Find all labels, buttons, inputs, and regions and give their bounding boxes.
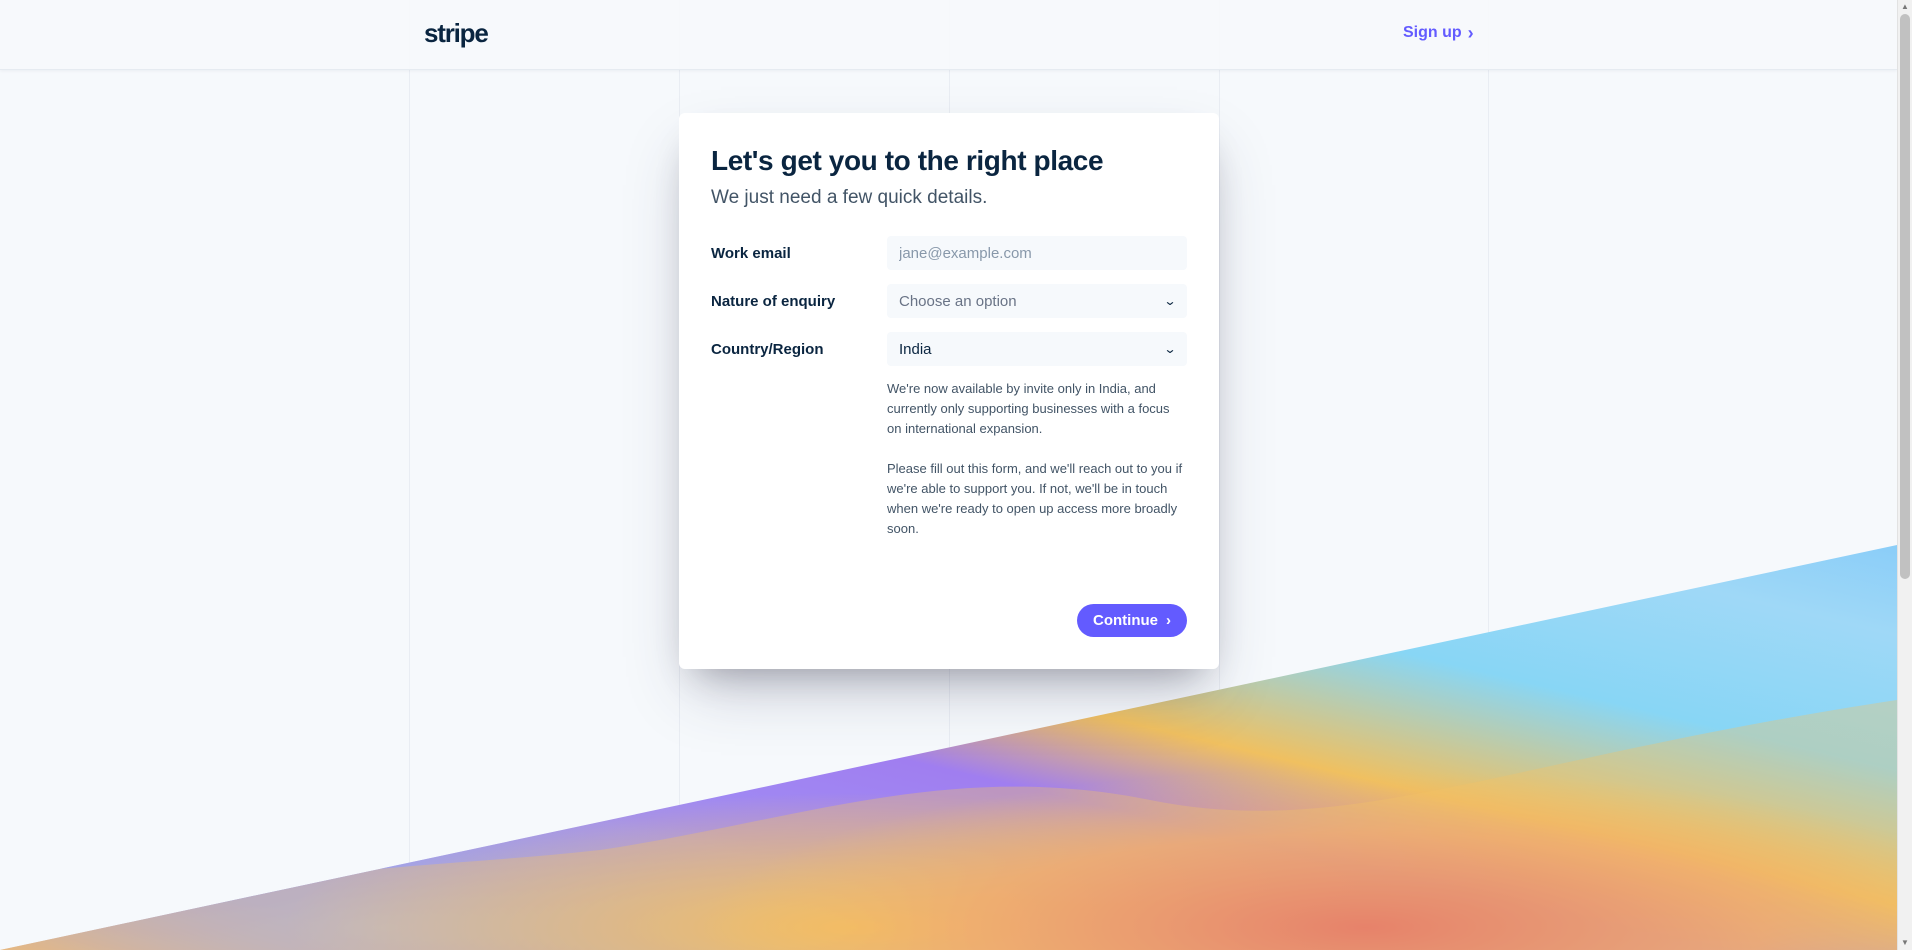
page-title: Let's get you to the right place [711, 145, 1104, 176]
nature-of-enquiry-select[interactable]: Choose an option ⌄ [887, 284, 1187, 318]
chevron-down-icon: ⌄ [1163, 294, 1177, 308]
country-selected-value: India [899, 340, 932, 358]
continue-button[interactable]: Continue › [1077, 604, 1187, 637]
chevron-right-icon: › [1166, 612, 1171, 629]
availability-notice: We're now available by invite only in In… [887, 379, 1187, 539]
country-region-select[interactable]: India ⌄ [887, 332, 1187, 366]
guide-line [1488, 0, 1489, 950]
email-row: Work email [711, 235, 1187, 271]
page: stripe Sign up › Let's get you to the ri… [0, 0, 1912, 950]
continue-label: Continue [1093, 612, 1158, 629]
scroll-down-arrow-icon[interactable]: ▼ [1898, 936, 1912, 950]
notice-paragraph: Please fill out this form, and we'll rea… [887, 461, 1183, 536]
sign-up-label: Sign up [1403, 24, 1462, 41]
vertical-scrollbar[interactable]: ▲ ▼ [1897, 0, 1912, 950]
enquiry-label: Nature of enquiry [711, 292, 836, 310]
guide-line [1219, 0, 1220, 950]
stripe-logo[interactable]: stripe [424, 18, 489, 49]
enquiry-row: Nature of enquiry Choose an option ⌄ [711, 283, 1187, 319]
country-label: Country/Region [711, 340, 824, 358]
top-navigation: stripe Sign up › [0, 0, 1897, 70]
work-email-input[interactable] [887, 236, 1187, 270]
scrollbar-thumb[interactable] [1900, 14, 1910, 579]
chevron-down-icon: ⌄ [1163, 342, 1177, 356]
scroll-up-arrow-icon[interactable]: ▲ [1898, 0, 1912, 14]
notice-paragraph: We're now available by invite only in In… [887, 381, 1170, 436]
sign-up-link[interactable]: Sign up › [1403, 24, 1474, 42]
page-subtitle: We just need a few quick details. [711, 187, 988, 208]
form-actions: Continue › [1077, 604, 1187, 637]
guide-line [409, 0, 410, 950]
email-label: Work email [711, 244, 791, 262]
details-form: Work email Nature of enquiry Choose an o… [711, 235, 1187, 539]
chevron-right-icon: › [1467, 23, 1474, 43]
contact-form-card: Let's get you to the right place We just… [679, 113, 1219, 669]
enquiry-selected-value: Choose an option [899, 292, 1017, 310]
country-row: Country/Region India ⌄ [711, 331, 1187, 367]
